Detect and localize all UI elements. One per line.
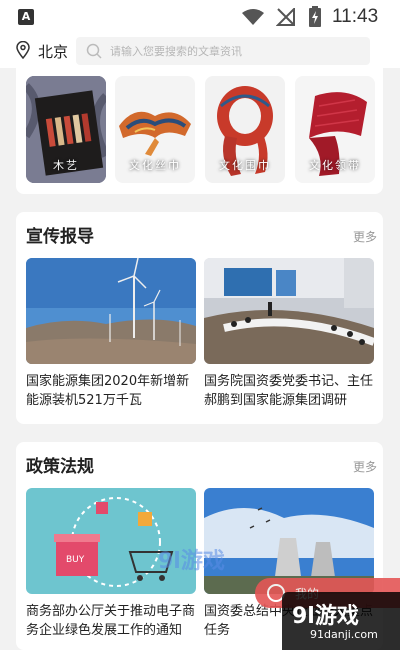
culture-item-label: 文化围巾 bbox=[219, 159, 271, 172]
culture-item-culture-scarf[interactable]: 文化围巾 bbox=[205, 76, 285, 183]
culture-item-silk-scarf[interactable]: 文化丝巾 bbox=[115, 76, 195, 183]
search-placeholder: 请输入您要搜索的文章资讯 bbox=[110, 45, 242, 58]
search-header: 北京 请输入您要搜索的文章资讯 bbox=[0, 36, 400, 68]
culture-item-label: 文化领带 bbox=[309, 159, 361, 172]
culture-item-tie[interactable]: 文化领带 bbox=[295, 76, 375, 183]
news-title[interactable]: 国家能源集团2020年新增新能源装机521万千瓦 bbox=[26, 372, 202, 410]
watermark-brand: 9l游戏 bbox=[292, 604, 359, 629]
section-title: 宣传报导 bbox=[26, 227, 94, 247]
culture-item-label: 文化丝巾 bbox=[129, 159, 181, 172]
location-pin-icon[interactable] bbox=[16, 41, 30, 59]
section-title: 政策法规 bbox=[26, 457, 94, 477]
watermark-url: 91danji.com bbox=[310, 628, 378, 641]
wifi-icon bbox=[242, 9, 264, 25]
news-title[interactable]: 国务院国资委党委书记、主任郝鹏到国家能源集团调研 bbox=[204, 372, 380, 410]
clock-time: 11:43 bbox=[332, 6, 379, 27]
search-icon bbox=[86, 43, 102, 59]
culture-item-woodcraft[interactable]: 木艺 bbox=[26, 76, 106, 183]
news-image-wind-turbines[interactable] bbox=[26, 258, 196, 364]
corner-watermark: 9l游戏 91danji.com bbox=[282, 592, 400, 650]
promotion-section: 宣传报导 更多 国家能源集团2020年新增新能源装机521万千瓦 国务院国资委党… bbox=[16, 212, 383, 424]
battery-charging-icon bbox=[309, 6, 321, 27]
location-city[interactable]: 北京 bbox=[38, 41, 68, 62]
center-watermark: 9l游戏 bbox=[158, 549, 225, 574]
svg-text:BUY: BUY bbox=[66, 555, 85, 565]
news-title[interactable]: 商务部办公厅关于推动电子商务企业绿色发展工作的通知 bbox=[26, 602, 202, 640]
more-link[interactable]: 更多 bbox=[353, 228, 377, 245]
more-link[interactable]: 更多 bbox=[353, 458, 377, 475]
news-image-meeting[interactable] bbox=[204, 258, 374, 364]
no-signal-icon bbox=[276, 8, 295, 26]
culture-item-label: 木艺 bbox=[53, 159, 79, 172]
news-image-ecommerce[interactable]: BUY bbox=[26, 488, 196, 594]
culture-category-card: 木艺 文化丝巾 文化围巾 文化领带 bbox=[16, 68, 383, 194]
notification-a-icon: A bbox=[18, 9, 34, 25]
search-input[interactable]: 请输入您要搜索的文章资讯 bbox=[76, 37, 370, 65]
ecommerce-illustration-image: BUY bbox=[26, 488, 196, 594]
meeting-room-image bbox=[204, 258, 374, 364]
status-bar: A 11:43 bbox=[0, 0, 400, 36]
wind-turbine-image bbox=[26, 258, 196, 364]
